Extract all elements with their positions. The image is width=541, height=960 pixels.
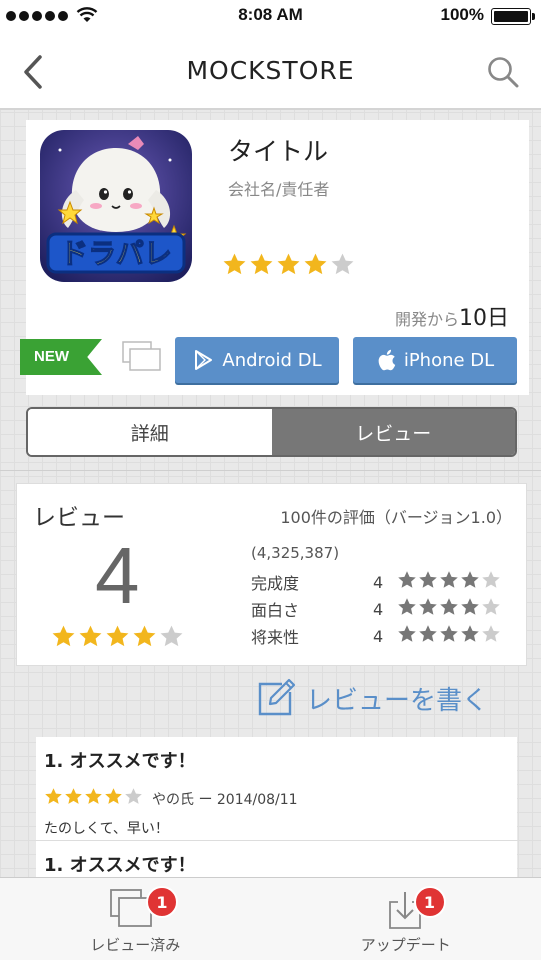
store-title: MOCKSTORE: [186, 56, 355, 85]
review-summary-card: レビュー 100件の評価（バージョン1.0） 4 (4,325,387) 完成度…: [16, 483, 527, 666]
total-rating-count: (4,325,387): [251, 544, 340, 562]
bottom-tab-bar: 1 レビュー済み 1 アップデート: [0, 877, 541, 960]
battery-percentage: 100%: [440, 5, 484, 24]
search-icon[interactable]: [485, 54, 521, 90]
review-title: 1. オススメです！: [44, 751, 196, 772]
star-filled-icon: [65, 788, 82, 804]
criteria-label: 完成度: [251, 574, 300, 593]
star-filled-icon: [277, 253, 300, 275]
star-filled-icon: [440, 598, 458, 615]
star-empty-icon: [482, 571, 500, 588]
criteria-value: 4: [373, 599, 384, 619]
review-item[interactable]: 1. オススメです！ やの氏 ー 2014/08/11 たのしくて、早い！: [36, 737, 517, 841]
copy-icon[interactable]: [122, 340, 162, 372]
status-bar: 8:08 AM 100%: [0, 0, 541, 32]
review-item[interactable]: 1. オススメです！: [36, 841, 517, 877]
average-rating-stars: [51, 624, 184, 649]
review-count: 100件の評価（バージョン1.0）: [280, 508, 512, 527]
detail-review-segmented-control: 詳細 レビュー: [26, 407, 517, 457]
review-title: 1. オススメです！: [44, 855, 196, 876]
star-filled-icon: [461, 598, 479, 615]
criteria-label: 将来性: [251, 628, 300, 647]
star-filled-icon: [106, 625, 129, 647]
star-filled-icon: [304, 253, 327, 275]
review-author-date: やの氏 ー 2014/08/11: [152, 791, 298, 808]
update-badge: 1: [413, 886, 446, 918]
star-filled-icon: [419, 571, 437, 588]
battery-icon: [491, 8, 535, 25]
play-store-icon: [195, 350, 213, 370]
star-filled-icon: [85, 788, 102, 804]
update-label: アップデート: [360, 936, 451, 954]
star-filled-icon: [250, 253, 273, 275]
criteria-value: 4: [373, 626, 384, 646]
navigation-bar: MOCKSTORE: [0, 32, 541, 110]
review-stars: [44, 787, 144, 810]
apple-icon: [378, 349, 396, 371]
android-download-button[interactable]: Android DL: [175, 337, 339, 383]
tab-review[interactable]: レビュー: [271, 409, 515, 455]
star-filled-icon: [105, 788, 122, 804]
star-empty-icon: [331, 253, 354, 275]
criteria-stars: [397, 597, 502, 621]
star-filled-icon: [398, 598, 416, 615]
star-filled-icon: [79, 625, 102, 647]
criteria-stars: [397, 570, 502, 594]
reviewed-badge: 1: [146, 886, 178, 918]
days-value: 10日: [459, 306, 509, 331]
iphone-download-label: iPhone DL: [403, 349, 495, 371]
star-filled-icon: [440, 571, 458, 588]
star-empty-icon: [482, 625, 500, 642]
criteria-label: 面白さ: [251, 601, 300, 620]
star-filled-icon: [398, 571, 416, 588]
criteria-stars: [397, 624, 502, 648]
star-filled-icon: [440, 625, 458, 642]
app-icon-wordmark: ドラパレ: [60, 237, 172, 270]
star-filled-icon: [419, 598, 437, 615]
criteria-row: 完成度 4: [251, 570, 502, 594]
star-filled-icon: [419, 625, 437, 642]
reviewed-label: レビュー済み: [90, 936, 181, 954]
star-empty-icon: [125, 788, 142, 804]
criteria-row: 面白さ 4: [251, 597, 502, 621]
star-filled-icon: [52, 625, 75, 647]
days-since-development: 開発から10日: [395, 300, 509, 332]
iphone-download-button[interactable]: iPhone DL: [353, 337, 517, 383]
write-review-button[interactable]: レビューを書く: [256, 676, 516, 720]
star-filled-icon: [461, 571, 479, 588]
divider: [0, 470, 541, 471]
app-title: タイトル: [228, 137, 329, 166]
review-body: たのしくて、早い！: [44, 821, 169, 837]
days-prefix: 開発から: [394, 310, 459, 329]
criteria-row: 将来性 4: [251, 624, 502, 648]
star-filled-icon: [133, 625, 156, 647]
app-rating-stars: [222, 252, 355, 277]
star-filled-icon: [223, 253, 246, 275]
tab-update[interactable]: 1 アップデート: [271, 878, 541, 960]
star-empty-icon: [160, 625, 183, 647]
app-company: 会社名/責任者: [228, 180, 330, 199]
app-icon[interactable]: ドラパレ: [40, 130, 192, 282]
star-filled-icon: [45, 788, 62, 804]
review-heading: レビュー: [33, 505, 125, 531]
write-review-label: レビューを書く: [306, 685, 489, 716]
tab-reviewed[interactable]: 1 レビュー済み: [0, 878, 271, 960]
criteria-value: 4: [373, 572, 384, 592]
tab-detail[interactable]: 詳細: [28, 409, 272, 455]
edit-icon: [258, 678, 296, 716]
review-list: 1. オススメです！ やの氏 ー 2014/08/11 たのしくて、早い！ 1.…: [36, 737, 517, 877]
star-filled-icon: [398, 625, 416, 642]
average-rating: 4: [95, 531, 140, 620]
star-filled-icon: [461, 625, 479, 642]
android-download-label: Android DL: [222, 349, 322, 371]
star-empty-icon: [482, 598, 500, 615]
